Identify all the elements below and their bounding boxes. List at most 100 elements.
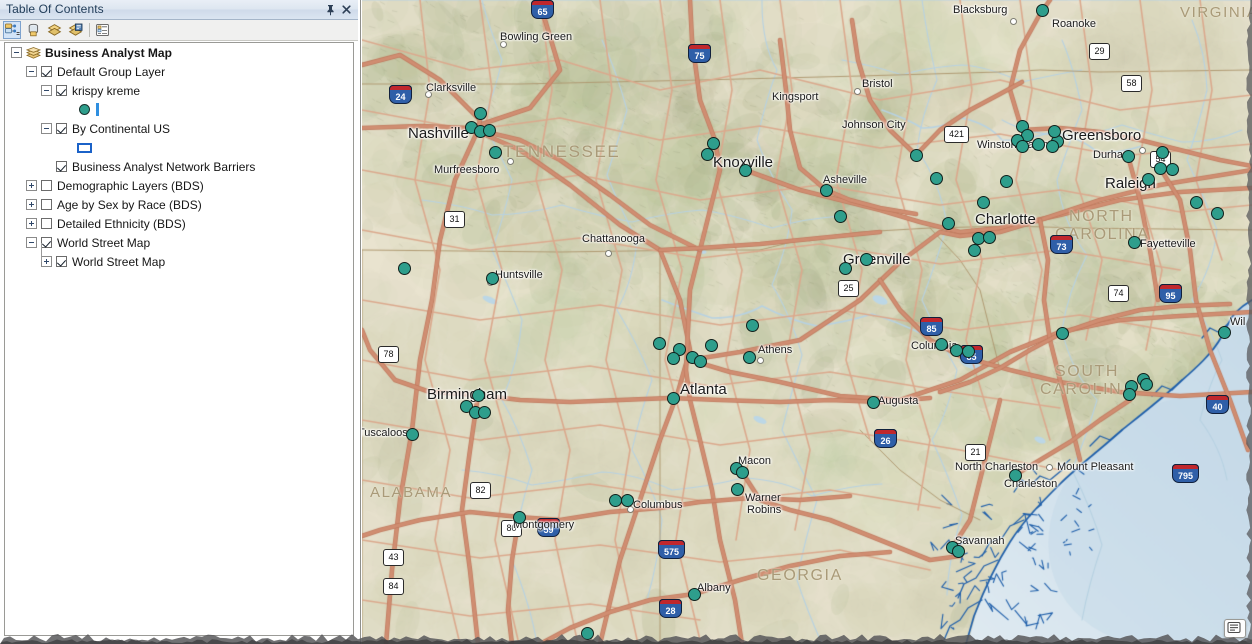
- collapse-icon[interactable]: [26, 66, 37, 77]
- toc-layer-row[interactable]: Business Analyst Map: [5, 43, 353, 62]
- krispy-kreme-point[interactable]: [1127, 235, 1141, 249]
- krispy-kreme-point[interactable]: [1122, 387, 1136, 401]
- toc-layer-row[interactable]: World Street Map: [5, 252, 353, 271]
- list-by-visibility-button[interactable]: [45, 21, 63, 39]
- krispy-kreme-point[interactable]: [666, 351, 680, 365]
- layer-visibility-checkbox[interactable]: [41, 199, 52, 210]
- toc-tree[interactable]: Business Analyst Map Default Group Layer k…: [4, 42, 354, 636]
- toc-layer-row[interactable]: Default Group Layer: [5, 62, 353, 81]
- map-view[interactable]: TENNESSEE VIRGINIA NORTH CAROLINA SOUTH CAROL…: [362, 0, 1252, 644]
- krispy-kreme-point[interactable]: [1035, 3, 1049, 17]
- toc-layer-row[interactable]: krispy kreme: [5, 81, 353, 100]
- toc-layer-row[interactable]: By Continental US: [5, 119, 353, 138]
- toc-layer-row[interactable]: Demographic Layers (BDS): [5, 176, 353, 195]
- krispy-kreme-point[interactable]: [745, 318, 759, 332]
- krispy-kreme-point[interactable]: [742, 350, 756, 364]
- expand-icon[interactable]: [41, 256, 52, 267]
- krispy-kreme-point[interactable]: [1047, 124, 1061, 138]
- krispy-kreme-point[interactable]: [700, 147, 714, 161]
- collapse-icon[interactable]: [41, 123, 52, 134]
- layer-visibility-checkbox[interactable]: [56, 161, 67, 172]
- layer-visibility-checkbox[interactable]: [41, 66, 52, 77]
- collapse-icon[interactable]: [26, 237, 37, 248]
- krispy-kreme-point[interactable]: [735, 465, 749, 479]
- krispy-kreme-point[interactable]: [730, 482, 744, 496]
- krispy-kreme-point[interactable]: [941, 216, 955, 230]
- layer-visibility-checkbox[interactable]: [56, 123, 67, 134]
- list-by-source-button[interactable]: [24, 21, 42, 39]
- layer-visibility-checkbox[interactable]: [41, 218, 52, 229]
- layer-visibility-checkbox[interactable]: [41, 237, 52, 248]
- krispy-kreme-point[interactable]: [693, 354, 707, 368]
- krispy-kreme-point[interactable]: [976, 195, 990, 209]
- krispy-kreme-point[interactable]: [961, 344, 975, 358]
- krispy-kreme-point[interactable]: [1141, 172, 1155, 186]
- krispy-kreme-point[interactable]: [838, 261, 852, 275]
- krispy-kreme-point[interactable]: [909, 148, 923, 162]
- layer-visibility-checkbox[interactable]: [56, 256, 67, 267]
- polygon-symbol-swatch[interactable]: [77, 142, 92, 153]
- expand-icon[interactable]: [26, 218, 37, 229]
- layer-visibility-checkbox[interactable]: [41, 180, 52, 191]
- krispy-kreme-point[interactable]: [687, 587, 701, 601]
- krispy-kreme-point[interactable]: [608, 493, 622, 507]
- krispy-kreme-point[interactable]: [620, 493, 634, 507]
- krispy-kreme-point[interactable]: [397, 261, 411, 275]
- toc-layer-row[interactable]: Business Analyst Network Barriers: [5, 157, 353, 176]
- krispy-kreme-point[interactable]: [485, 271, 499, 285]
- layer-visibility-checkbox[interactable]: [56, 85, 67, 96]
- krispy-kreme-point[interactable]: [967, 243, 981, 257]
- krispy-kreme-point[interactable]: [833, 209, 847, 223]
- krispy-kreme-point[interactable]: [1165, 162, 1179, 176]
- close-icon[interactable]: [340, 3, 353, 16]
- toc-layer-row[interactable]: World Street Map: [5, 233, 353, 252]
- krispy-kreme-point[interactable]: [666, 391, 680, 405]
- krispy-kreme-point[interactable]: [934, 337, 948, 351]
- krispy-kreme-point[interactable]: [704, 338, 718, 352]
- krispy-kreme-point[interactable]: [512, 510, 526, 524]
- krispy-kreme-point[interactable]: [982, 230, 996, 244]
- list-by-selection-button[interactable]: [66, 21, 84, 39]
- krispy-kreme-point[interactable]: [1015, 139, 1029, 153]
- krispy-kreme-point[interactable]: [929, 171, 943, 185]
- expand-icon[interactable]: [26, 199, 37, 210]
- list-by-drawing-order-button[interactable]: [3, 21, 21, 39]
- krispy-kreme-point[interactable]: [1153, 161, 1167, 175]
- krispy-kreme-point[interactable]: [999, 174, 1013, 188]
- krispy-kreme-point[interactable]: [859, 252, 873, 266]
- krispy-kreme-point[interactable]: [1045, 139, 1059, 153]
- toc-options-button[interactable]: [93, 21, 111, 39]
- krispy-kreme-point[interactable]: [1217, 325, 1231, 339]
- pin-icon[interactable]: [324, 3, 337, 16]
- krispy-kreme-point[interactable]: [1121, 149, 1135, 163]
- toc-layer-row[interactable]: Age by Sex by Race (BDS): [5, 195, 353, 214]
- collapse-icon[interactable]: [41, 85, 52, 96]
- krispy-kreme-point[interactable]: [1008, 468, 1022, 482]
- krispy-kreme-point[interactable]: [1055, 326, 1069, 340]
- krispy-kreme-point[interactable]: [488, 145, 502, 159]
- krispy-kreme-point[interactable]: [1139, 377, 1153, 391]
- krispy-kreme-point[interactable]: [405, 427, 419, 441]
- krispy-kreme-point[interactable]: [951, 544, 965, 558]
- krispy-kreme-point[interactable]: [738, 163, 752, 177]
- krispy-kreme-point[interactable]: [1210, 206, 1224, 220]
- krispy-kreme-point[interactable]: [477, 405, 491, 419]
- krispy-kreme-point[interactable]: [471, 388, 485, 402]
- krispy-kreme-point[interactable]: [652, 336, 666, 350]
- krispy-kreme-point[interactable]: [580, 626, 594, 640]
- toc-symbol-row[interactable]: [5, 138, 353, 157]
- krispy-kreme-point[interactable]: [482, 123, 496, 137]
- krispy-kreme-point[interactable]: [1155, 145, 1169, 159]
- krispy-kreme-point[interactable]: [949, 343, 963, 357]
- point-symbol-swatch[interactable]: [79, 104, 90, 115]
- krispy-kreme-point[interactable]: [819, 183, 833, 197]
- krispy-kreme-point[interactable]: [473, 106, 487, 120]
- collapse-icon[interactable]: [11, 47, 22, 58]
- toc-layer-row[interactable]: Detailed Ethnicity (BDS): [5, 214, 353, 233]
- krispy-kreme-point[interactable]: [1031, 137, 1045, 151]
- krispy-kreme-point[interactable]: [866, 395, 880, 409]
- krispy-kreme-point[interactable]: [1189, 195, 1203, 209]
- toc-symbol-row[interactable]: [5, 100, 353, 119]
- basemap-attribution-icon[interactable]: [1224, 619, 1246, 638]
- expand-icon[interactable]: [26, 180, 37, 191]
